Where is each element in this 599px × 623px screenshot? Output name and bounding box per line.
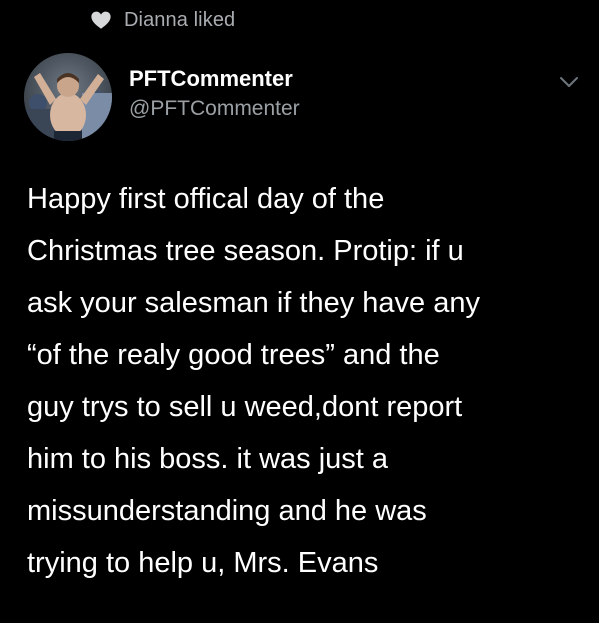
tweet-text-line: missunderstanding and he was bbox=[27, 495, 427, 527]
tweet-text-line: him to his boss. it was just a bbox=[27, 443, 389, 475]
tweet-header: PFTCommenter @PFTCommenter bbox=[24, 53, 599, 143]
author-names[interactable]: PFTCommenter @PFTCommenter bbox=[129, 65, 300, 123]
liked-by-text: Dianna liked bbox=[124, 8, 236, 31]
tweet-text-line: trying to help u, Mrs. Evans bbox=[27, 547, 379, 579]
chevron-down-icon[interactable] bbox=[559, 75, 579, 89]
social-context[interactable]: Dianna liked bbox=[90, 6, 235, 34]
tweet-text-line: “of the realy good trees” and the bbox=[27, 339, 440, 371]
avatar[interactable] bbox=[24, 53, 112, 141]
tweet-text-line: guy trys to sell u weed,dont report bbox=[27, 391, 463, 423]
author-display-name[interactable]: PFTCommenter bbox=[129, 65, 300, 93]
tweet-text-line: ask your salesman if they have any bbox=[27, 287, 480, 319]
heart-icon bbox=[91, 11, 111, 29]
tweet-text: Happy first offical day of the Christmas… bbox=[27, 173, 587, 589]
tweet-text-line: Happy first offical day of the bbox=[27, 183, 385, 215]
avatar-image bbox=[24, 53, 112, 141]
author-handle[interactable]: @PFTCommenter bbox=[129, 95, 300, 123]
tweet-text-line: Christmas tree season. Protip: if u bbox=[27, 235, 464, 267]
